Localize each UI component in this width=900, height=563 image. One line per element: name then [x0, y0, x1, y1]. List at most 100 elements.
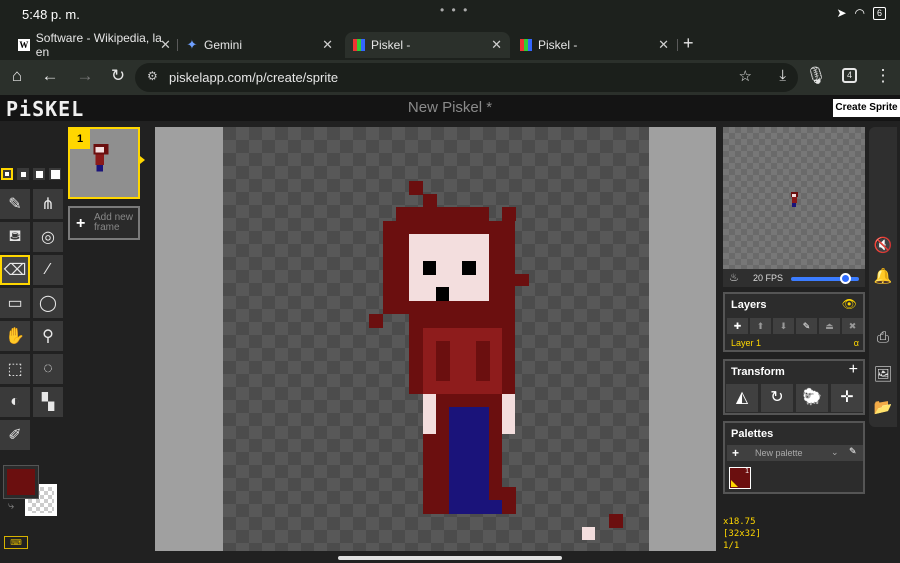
drawing-canvas[interactable]	[223, 127, 649, 551]
new-tab-icon[interactable]: +	[683, 33, 694, 54]
close-tab-icon[interactable]: ✕	[658, 37, 669, 53]
palette-select[interactable]: + New palette ⌄ ✎	[727, 445, 863, 461]
palette-name: New palette	[755, 448, 803, 458]
home-icon[interactable]: ⌂	[6, 66, 28, 86]
layer-item[interactable]: Layer 1 α	[731, 338, 859, 348]
eraser-tool[interactable]: ⌫	[0, 255, 30, 285]
url-text[interactable]: piskelapp.com/p/create/sprite	[169, 70, 338, 85]
mute-icon[interactable]: 🔇	[869, 236, 897, 256]
piskel-favicon-icon	[520, 39, 532, 51]
lighten-tool[interactable]: ◐	[0, 387, 30, 417]
center-button[interactable]: ✛	[831, 384, 863, 412]
move-tool[interactable]: ✋	[0, 321, 30, 351]
circle-tool[interactable]: ◯	[33, 288, 63, 318]
tab-piskel-active[interactable]: Piskel - ✕	[345, 32, 510, 58]
image-icon[interactable]: 🖼	[869, 365, 897, 387]
paint-bucket-tool[interactable]: ⛾	[0, 222, 30, 252]
paint-same-color-tool[interactable]: ◎	[33, 222, 63, 252]
palettes-title: Palettes	[731, 428, 774, 440]
lasso-selection-tool[interactable]: ◌	[33, 354, 63, 384]
rectangle-selection-tool[interactable]: ⬚	[0, 354, 30, 384]
eye-icon[interactable]: 👁	[842, 297, 857, 311]
bookmark-star-icon[interactable]: ☆	[739, 67, 752, 85]
tab-wikipedia[interactable]: W Software - Wikipedia, la en	[18, 31, 176, 59]
wikipedia-favicon-icon: W	[18, 39, 30, 51]
pen-size-4[interactable]	[49, 168, 61, 180]
line-icon: ⁄	[46, 261, 50, 278]
frame-thumbnail-1[interactable]: 1	[68, 127, 140, 199]
close-tab-icon[interactable]: ✕	[160, 32, 171, 58]
microphone-icon[interactable]: 🎙	[805, 66, 827, 86]
edit-layer-button[interactable]: ✎	[796, 318, 817, 334]
preview-sprite	[791, 192, 798, 207]
rotate-button[interactable]: ↻	[761, 384, 793, 412]
tab-title: Gemini	[204, 38, 243, 52]
tab-gemini[interactable]: ✦ Gemini ✕	[186, 32, 341, 58]
folder-icon[interactable]: 📂	[869, 398, 897, 420]
flip-button[interactable]: ◭	[726, 384, 758, 412]
pen-tool[interactable]: ✎	[0, 189, 30, 219]
swap-colors-icon[interactable]: ⤷	[8, 500, 14, 513]
frame-index: 1/1	[723, 541, 740, 551]
lighten-icon: ◐	[10, 393, 20, 410]
tab-switcher-icon[interactable]: 4	[842, 68, 857, 83]
layers-title: Layers	[731, 299, 767, 311]
pen-size-2[interactable]	[17, 168, 29, 180]
document-title: New Piskel *	[407, 99, 493, 116]
add-layer-button[interactable]: ✚	[727, 318, 748, 334]
move-layer-up-button[interactable]: ⬆	[750, 318, 771, 334]
rectangle-tool[interactable]: ▭	[0, 288, 30, 318]
palette-swatch[interactable]: 1	[729, 467, 751, 489]
vertical-mirror-pen-tool[interactable]: ⋔	[33, 189, 63, 219]
swatch-index: 1	[745, 468, 749, 475]
site-settings-icon[interactable]: ⚙	[147, 69, 158, 83]
stroke-tool[interactable]: ⁄	[33, 255, 63, 285]
chevron-down-icon[interactable]: ⌄	[831, 447, 839, 458]
color-picker-tool[interactable]: ✐	[0, 420, 30, 450]
onion-skin-icon[interactable]: ♨	[729, 271, 739, 284]
primary-color-swatch[interactable]	[3, 465, 39, 499]
animation-preview[interactable]	[723, 127, 865, 269]
forward-icon[interactable]: →	[74, 66, 96, 86]
piskel-logo[interactable]: PiSKEL	[6, 97, 84, 121]
rectangle-icon: ▭	[7, 295, 23, 312]
reload-icon[interactable]: ↻	[107, 66, 129, 86]
create-sprite-button[interactable]: Create Sprite	[833, 99, 900, 117]
dithering-tool[interactable]: ▚	[33, 387, 63, 417]
battery-icon: 6	[872, 6, 886, 20]
plus-icon: +	[76, 215, 86, 232]
delete-layer-button[interactable]: ✖	[842, 318, 863, 334]
close-tab-icon[interactable]: ✕	[491, 37, 502, 53]
selected-corner-icon	[731, 480, 738, 487]
close-tab-icon[interactable]: ✕	[322, 37, 333, 53]
tab-strip: W Software - Wikipedia, la en ✕ ✦ Gemini…	[0, 30, 900, 60]
edit-palette-icon[interactable]: ✎	[849, 446, 857, 457]
layer-name: Layer 1	[731, 338, 762, 348]
back-icon[interactable]: ←	[39, 66, 61, 86]
shape-selection-tool[interactable]: ⚲	[33, 321, 63, 351]
pencil-icon: ✎	[8, 196, 22, 213]
notification-icon[interactable]: 🔔	[869, 267, 897, 287]
layer-alpha[interactable]: α	[854, 338, 859, 348]
keyboard-shortcuts-icon[interactable]: ⌨	[4, 536, 28, 549]
merge-layer-button[interactable]: ⏏	[819, 318, 840, 334]
gesture-home-bar[interactable]	[338, 556, 562, 560]
pen-size-3[interactable]	[33, 168, 45, 180]
menu-kebab-icon[interactable]: ⋮	[872, 66, 894, 86]
fps-slider-thumb[interactable]	[840, 273, 851, 284]
hand-icon: ✋	[5, 328, 25, 345]
clone-button[interactable]: 🐑	[796, 384, 828, 412]
pen-size-1[interactable]	[1, 168, 13, 180]
plus-icon[interactable]: +	[732, 446, 739, 460]
move-layer-down-button[interactable]: ⬇	[773, 318, 794, 334]
magic-wand-icon: ⚲	[42, 328, 54, 345]
fps-control: ♨ 20 FPS	[723, 269, 865, 287]
export-icon[interactable]: ⎙	[869, 329, 897, 349]
tab-piskel[interactable]: Piskel - ✕	[512, 32, 677, 58]
tab-title: Software - Wikipedia, la en	[35, 31, 162, 59]
expand-plus-icon[interactable]: +	[849, 361, 858, 379]
address-bar[interactable]: ⚙ piskelapp.com/p/create/sprite ☆ ⤓	[135, 63, 798, 92]
magic-bucket-icon: ◎	[41, 229, 55, 246]
add-frame-button[interactable]: + Add new frame	[68, 206, 140, 240]
download-icon[interactable]: ⤓	[779, 67, 786, 84]
